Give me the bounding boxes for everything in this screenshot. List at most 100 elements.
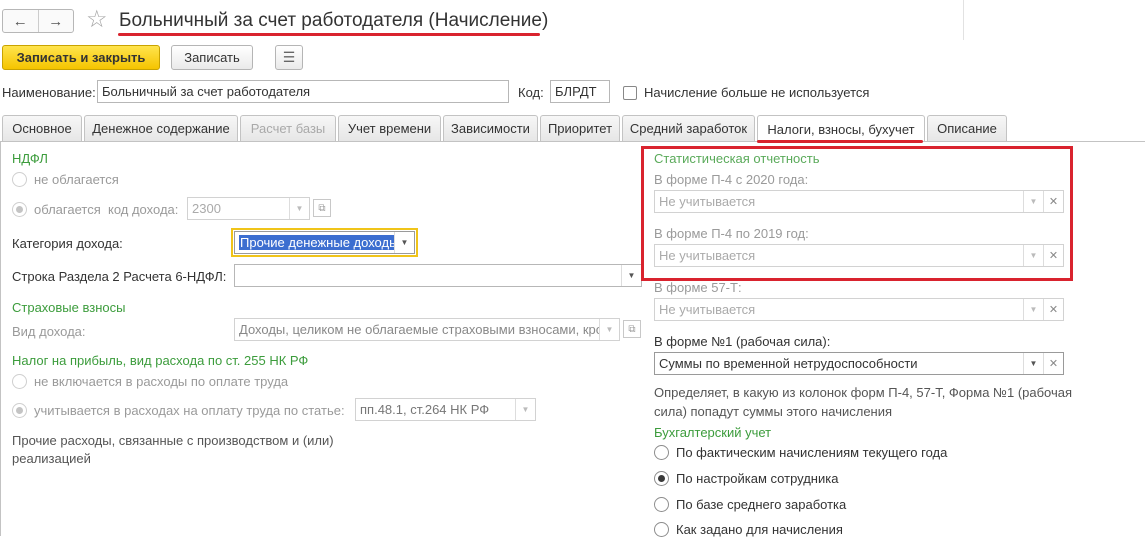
chevron-down-icon[interactable]: ▼ (1023, 299, 1043, 320)
radio-acc-average[interactable] (654, 497, 669, 512)
income-category-select[interactable]: Прочие денежные доходы ▼ (234, 231, 415, 254)
document-list-button[interactable]: ☰ (275, 45, 303, 70)
chevron-down-icon[interactable]: ▼ (599, 319, 619, 340)
chevron-down-icon[interactable]: ▼ (394, 232, 414, 253)
acc-employee-label: По настройкам сотрудника (676, 471, 839, 486)
title-highlight-underline (118, 33, 540, 36)
acc-average-label: По базе среднего заработка (676, 497, 847, 512)
row6-label: Строка Раздела 2 Расчета 6-НДФЛ: (12, 269, 227, 284)
favorite-star-icon[interactable]: ☆ (86, 8, 108, 32)
income-type-value: Доходы, целиком не облагаемые страховыми… (239, 322, 599, 337)
f57-select[interactable]: Не учитывается ▼ ✕ (654, 298, 1064, 321)
p4-2020-label: В форме П-4 с 2020 года: (654, 172, 809, 187)
p4-2019-select[interactable]: Не учитывается ▼ ✕ (654, 244, 1064, 267)
open-link-icon[interactable]: ⧉ (313, 199, 331, 217)
income-code-select[interactable]: 2300 ▼ (187, 197, 310, 220)
name-input-value: Больничный за счет работодателя (102, 84, 311, 99)
clear-icon[interactable]: ✕ (1043, 245, 1063, 266)
tab-description[interactable]: Описание (927, 115, 1007, 141)
f1-label: В форме №1 (рабочая сила): (654, 334, 831, 349)
radio-not-included[interactable] (12, 374, 27, 389)
chevron-down-icon[interactable]: ▼ (1023, 353, 1043, 374)
save-and-close-button[interactable]: Записать и закрыть (2, 45, 160, 70)
code-input[interactable]: БЛРДТ (550, 80, 610, 103)
radio-acc-employee[interactable] (654, 471, 669, 486)
forward-button[interactable]: → (37, 10, 74, 32)
radio-dot (16, 407, 23, 414)
income-code-label: код дохода: (108, 202, 179, 217)
header-divider (963, 0, 964, 40)
not-included-label: не включается в расходы по оплате труда (34, 374, 289, 389)
page-title: Больничный за счет работодателя (Начисле… (119, 10, 549, 31)
income-category-label: Категория дохода: (12, 236, 123, 251)
included-label: учитывается в расходах на оплату труда п… (34, 403, 345, 418)
acc-actual-label: По фактическим начислениям текущего года (676, 445, 948, 460)
clear-icon[interactable]: ✕ (1043, 299, 1063, 320)
tab-average-earnings[interactable]: Средний заработок (622, 115, 755, 141)
income-category-value: Прочие денежные доходы (239, 235, 394, 250)
p4-2019-value: Не учитывается (659, 248, 756, 263)
p4-2020-value: Не учитывается (659, 194, 756, 209)
insurance-section-title: Страховые взносы (12, 300, 126, 315)
content-border (0, 142, 1, 536)
article-value: пп.48.1, ст.264 НК РФ (360, 402, 490, 417)
radio-acc-accrual[interactable] (654, 522, 669, 537)
clear-icon[interactable]: ✕ (1043, 353, 1063, 374)
profit-tax-section-title: Налог на прибыль, вид расхода по ст. 255… (12, 353, 309, 368)
active-tab-highlight-underline (757, 140, 923, 143)
arrow-right-icon: → (48, 12, 64, 30)
f1-select[interactable]: Суммы по временной нетрудоспособности ▼ … (654, 352, 1064, 375)
p4-2020-select[interactable]: Не учитывается ▼ ✕ (654, 190, 1064, 213)
tab-taxes[interactable]: Налоги, взносы, бухучет (757, 115, 925, 142)
acc-accrual-label: Как задано для начисления (676, 522, 843, 537)
chevron-down-icon[interactable]: ▼ (621, 265, 641, 286)
income-type-label: Вид дохода: (12, 324, 86, 339)
article-select[interactable]: пп.48.1, ст.264 НК РФ ▼ (355, 398, 536, 421)
f57-value: Не учитывается (659, 302, 756, 317)
open-link-icon[interactable]: ⧉ (623, 320, 641, 338)
f1-value: Суммы по временной нетрудоспособности (659, 356, 918, 371)
tab-dependencies[interactable]: Зависимости (443, 115, 538, 141)
not-taxed-label: не облагается (34, 172, 119, 187)
stat-description: Определяет, в какую из колонок форм П-4,… (654, 385, 1073, 419)
tab-priority[interactable]: Приоритет (540, 115, 620, 141)
chevron-down-icon[interactable]: ▼ (1023, 245, 1043, 266)
save-button[interactable]: Записать (171, 45, 253, 70)
other-expenses-text: Прочие расходы, связанные с производство… (12, 433, 334, 466)
nav-buttons: ← → (2, 9, 74, 33)
radio-taxed[interactable] (12, 202, 27, 217)
radio-acc-actual[interactable] (654, 445, 669, 460)
tab-main[interactable]: Основное (2, 115, 82, 141)
unused-label: Начисление больше не используется (644, 85, 870, 100)
code-label: Код: (518, 85, 544, 100)
chevron-down-icon[interactable]: ▼ (289, 198, 309, 219)
p4-2019-label: В форме П-4 по 2019 год: (654, 226, 809, 241)
taxed-label: облагается (34, 202, 101, 217)
accounting-section-title: Бухгалтерский учет (654, 425, 772, 440)
income-type-select[interactable]: Доходы, целиком не облагаемые страховыми… (234, 318, 620, 341)
ndfl-section-title: НДФЛ (12, 151, 48, 166)
tab-bottom-line (0, 141, 1145, 142)
radio-dot (658, 475, 665, 482)
chevron-down-icon[interactable]: ▼ (515, 399, 535, 420)
name-label: Наименование: (2, 85, 96, 100)
income-code-value: 2300 (192, 201, 221, 216)
name-input[interactable]: Больничный за счет работодателя (97, 80, 509, 103)
radio-not-taxed[interactable] (12, 172, 27, 187)
tab-bar: Основное Денежное содержание Расчет базы… (2, 115, 1009, 142)
code-input-value: БЛРДТ (555, 84, 597, 99)
clear-icon[interactable]: ✕ (1043, 191, 1063, 212)
tab-time-accounting[interactable]: Учет времени (338, 115, 441, 141)
tab-base-calc[interactable]: Расчет базы (240, 115, 336, 141)
tab-salary[interactable]: Денежное содержание (84, 115, 238, 141)
back-button[interactable]: ← (3, 10, 38, 32)
unused-checkbox[interactable] (623, 86, 637, 100)
row6-select[interactable]: ▼ (234, 264, 642, 287)
radio-dot (16, 206, 23, 213)
radio-included[interactable] (12, 403, 27, 418)
chevron-down-icon[interactable]: ▼ (1023, 191, 1043, 212)
stat-section-title: Статистическая отчетность (654, 151, 820, 166)
f57-label: В форме 57-Т: (654, 280, 742, 295)
arrow-left-icon: ← (12, 12, 28, 30)
document-list-icon: ☰ (282, 49, 296, 65)
